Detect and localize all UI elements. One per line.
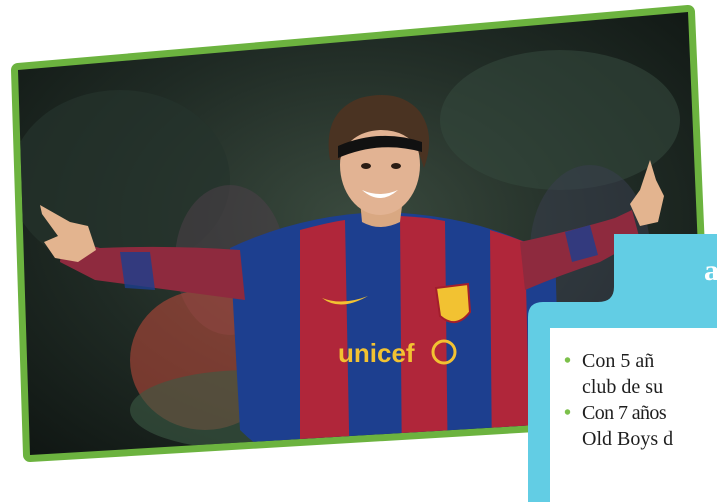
list-item: • Con 5 añ — [564, 348, 673, 374]
list-item: • Con 7 años — [564, 400, 673, 426]
jersey-sponsor-text: unicef — [338, 338, 415, 368]
info-box-heading: a — [704, 254, 717, 287]
list-item-line1: Con 5 añ — [582, 350, 655, 372]
bullet-icon: • — [564, 402, 572, 424]
list-item-continuation: club de su — [564, 374, 673, 400]
list-item-line2: Old Boys d — [582, 428, 674, 450]
list-item-continuation: Old Boys d — [564, 426, 673, 452]
list-item-line2: club de su — [582, 376, 664, 398]
info-list: • Con 5 añ club de su • Con 7 años Old B… — [564, 348, 673, 452]
list-item-line1: Con 7 años — [582, 402, 667, 424]
info-box: a • Con 5 añ club de su • Con 7 años Old… — [528, 232, 717, 502]
bullet-icon: • — [564, 350, 572, 372]
